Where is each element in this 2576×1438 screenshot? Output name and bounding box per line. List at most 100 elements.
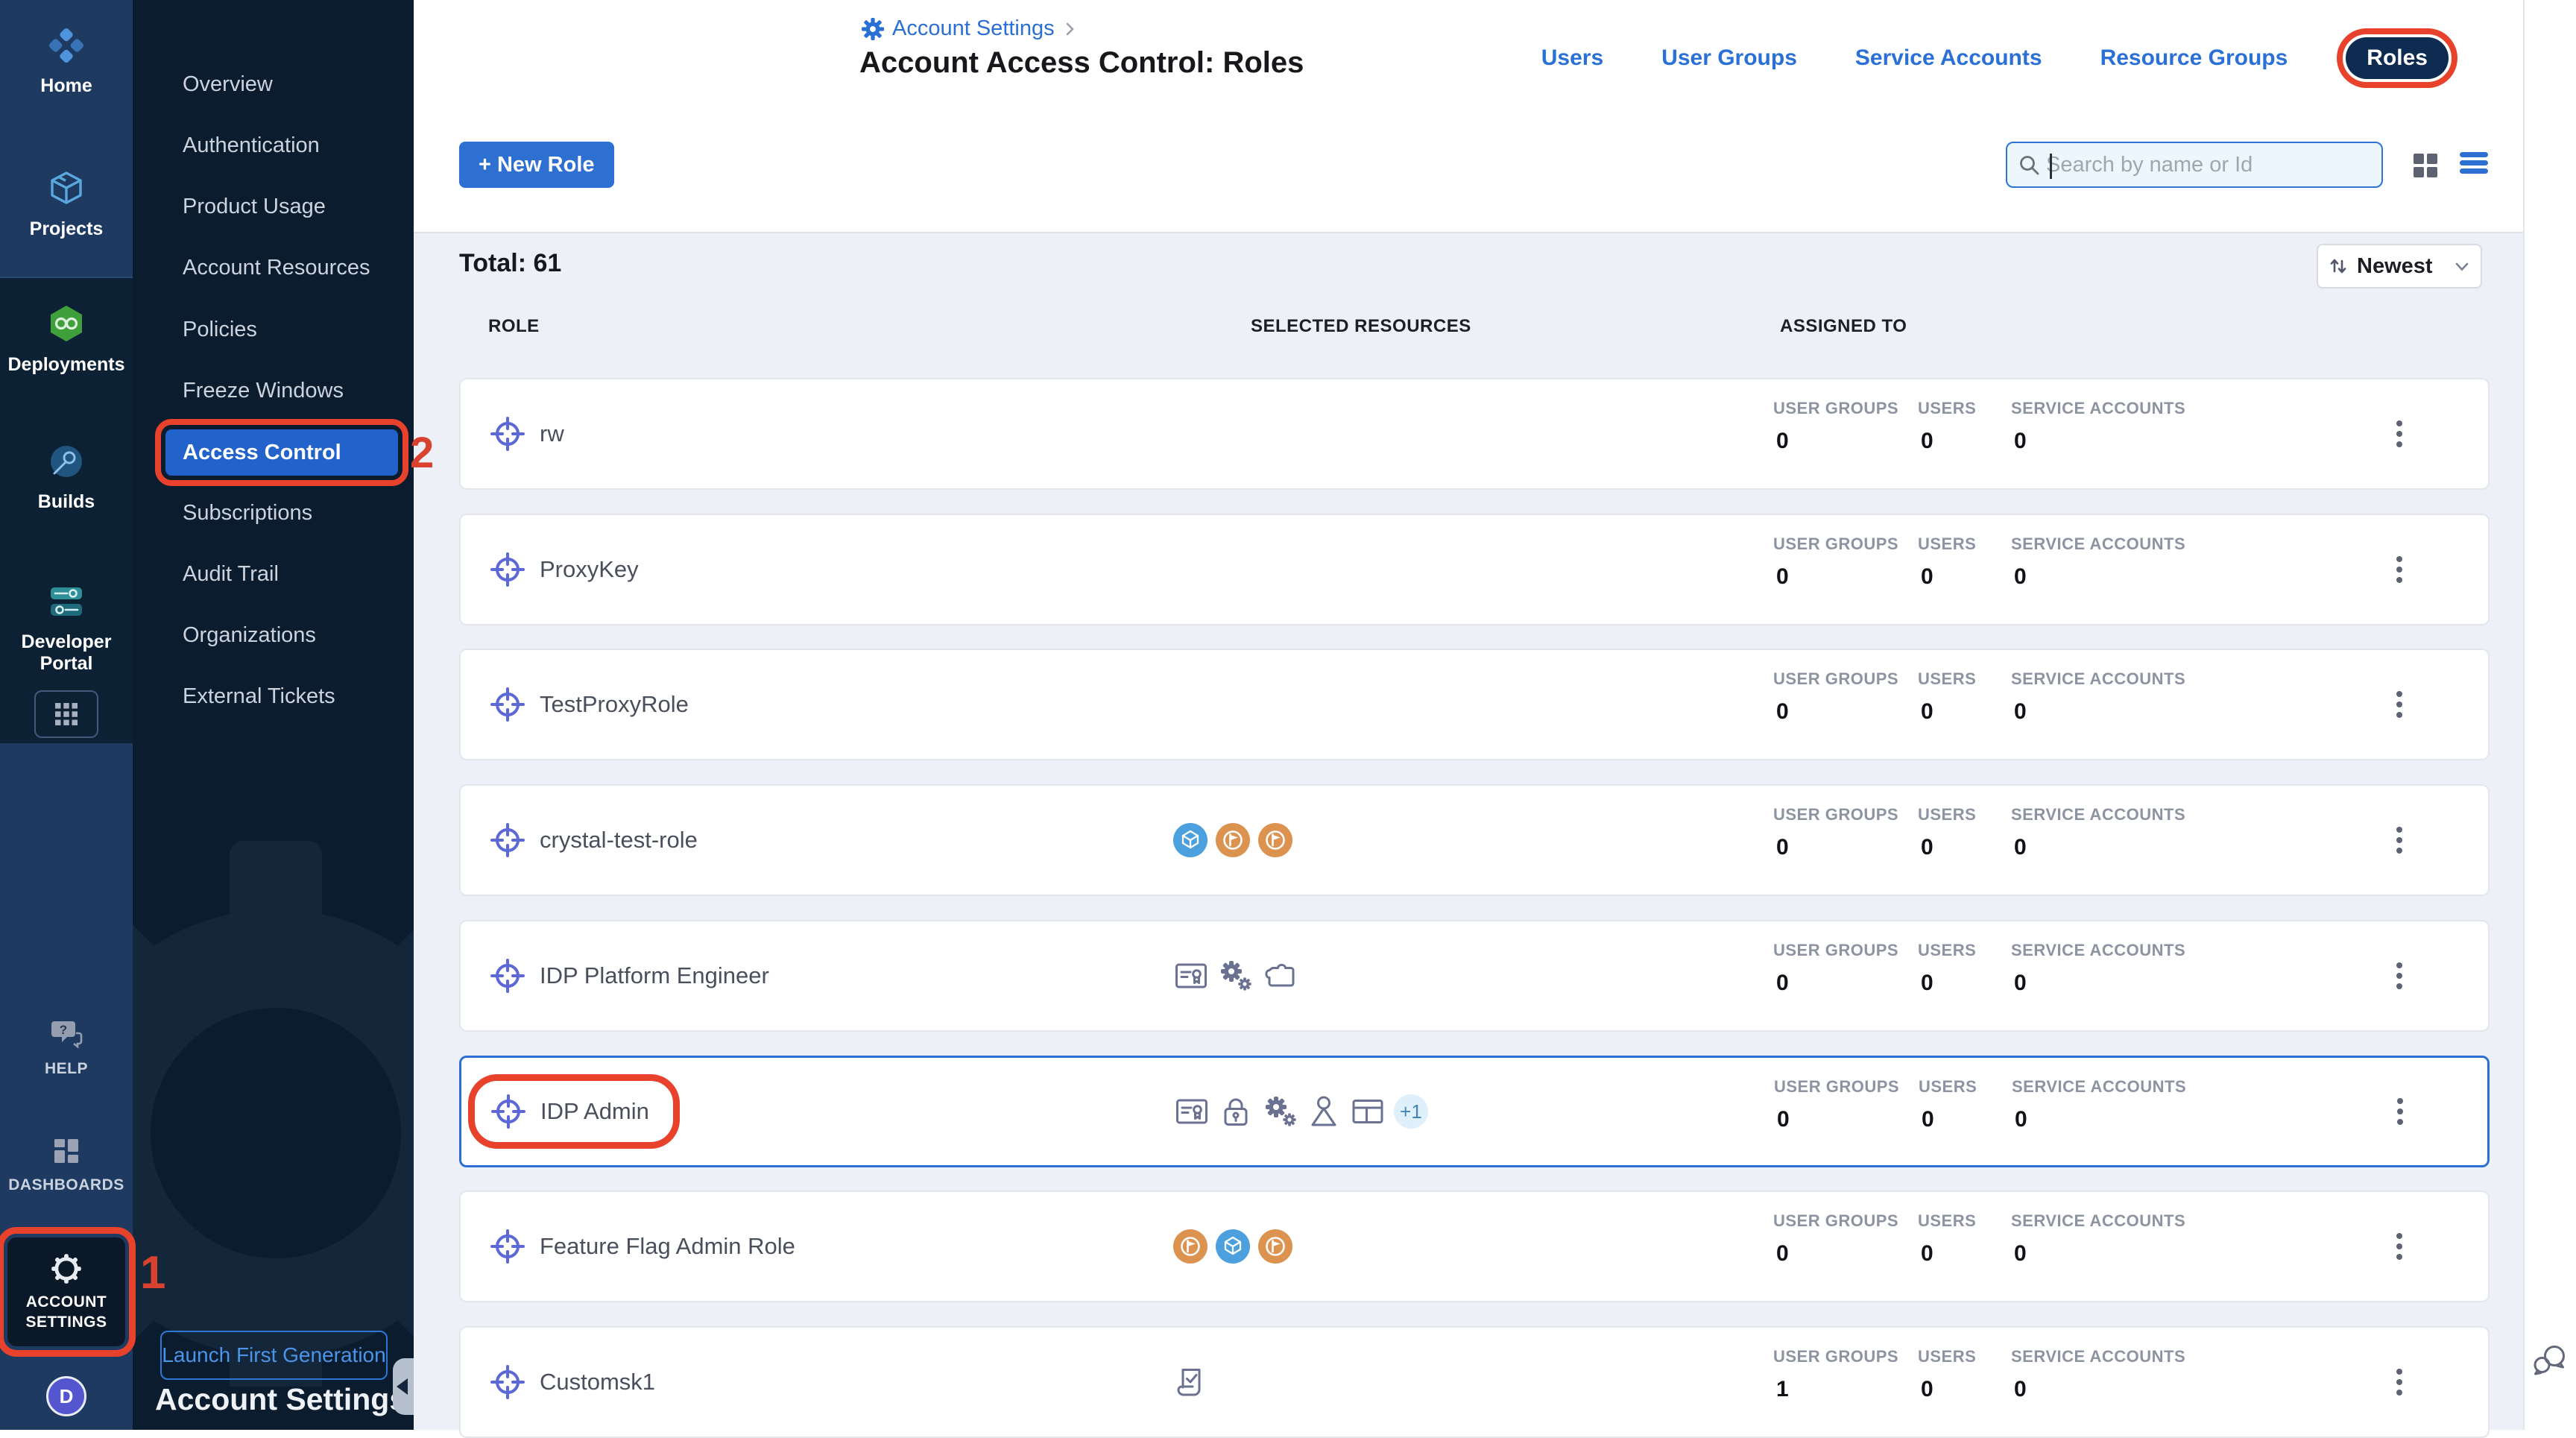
assigned-column-label: SERVICE ACCOUNTS: [2011, 399, 2185, 418]
table-row-feature-flag-admin-role[interactable]: Feature Flag Admin RoleUSER GROUPS0USERS…: [459, 1191, 2490, 1302]
role-name[interactable]: crystal-test-role: [540, 827, 698, 854]
assigned-count: 0: [1777, 1107, 1899, 1132]
role-name[interactable]: TestProxyRole: [540, 691, 689, 718]
sidebar-item-account-resources[interactable]: Account Resources: [133, 237, 414, 298]
role-name[interactable]: IDP Platform Engineer: [540, 962, 769, 989]
assigned-count: 0: [1776, 699, 1898, 725]
new-role-button[interactable]: + New Role: [459, 142, 614, 188]
table-row-proxykey[interactable]: ProxyKeyUSER GROUPS0USERS0SERVICE ACCOUN…: [459, 514, 2490, 625]
rail-builds-label: Builds: [38, 491, 95, 513]
table-row-idp-admin[interactable]: IDP Admin+1USER GROUPS0USERS0SERVICE ACC…: [459, 1056, 2490, 1167]
sidebar-item-overview[interactable]: Overview: [133, 54, 414, 115]
search-input[interactable]: [2046, 153, 2371, 177]
sidebar-item-help[interactable]: ? HELP: [0, 1018, 133, 1079]
assigned-count: 0: [1776, 835, 1898, 860]
text-caret: [2050, 154, 2052, 179]
user-avatar[interactable]: D: [0, 1376, 133, 1416]
sort-arrows-icon: [2329, 256, 2348, 276]
role-target-icon: [487, 1090, 530, 1133]
role-name-group: TestProxyRole: [477, 677, 710, 732]
assigned-column-label: SERVICE ACCOUNTS: [2011, 1347, 2185, 1366]
tab-roles-active[interactable]: Roles: [2346, 37, 2449, 79]
row-menu-button[interactable]: [2388, 553, 2411, 586]
sidebar-item-developer-portal[interactable]: Developer Portal: [0, 578, 133, 675]
table-row-idp-platform-engineer[interactable]: IDP Platform EngineerUSER GROUPS0USERS0S…: [459, 920, 2490, 1032]
role-name[interactable]: Feature Flag Admin Role: [540, 1233, 795, 1260]
table-row-testproxyrole[interactable]: TestProxyRoleUSER GROUPS0USERS0SERVICE A…: [459, 649, 2490, 760]
role-name[interactable]: ProxyKey: [540, 556, 639, 583]
certificate-icon: [1174, 1094, 1210, 1129]
assigned-service-accounts: SERVICE ACCOUNTS0: [2011, 941, 2185, 996]
sidebar-item-access-control[interactable]: Access Control: [165, 429, 398, 476]
table-row-customsk1[interactable]: Customsk1USER GROUPS1USERS0SERVICE ACCOU…: [459, 1326, 2490, 1438]
support-chat-icon[interactable]: [2531, 1342, 2569, 1379]
assigned-users: USERS0: [1918, 669, 1976, 725]
row-menu-button[interactable]: [2388, 1230, 2411, 1263]
harness-logo-icon: [43, 22, 89, 69]
sidebar-item-audit-trail[interactable]: Audit Trail: [133, 543, 414, 605]
assigned-count: 0: [1921, 971, 1976, 996]
row-menu-button[interactable]: [2388, 688, 2411, 721]
sidebar-item-account-settings[interactable]: ACCOUNT SETTINGS: [7, 1237, 125, 1346]
assigned-service-accounts: SERVICE ACCOUNTS0: [2011, 399, 2185, 454]
selected-resources: +1: [1174, 1094, 1428, 1129]
list-view-toggle[interactable]: [2460, 151, 2488, 176]
sidebar-item-freeze-windows[interactable]: Freeze Windows: [133, 360, 414, 421]
sidebar-item-policies[interactable]: Policies: [133, 299, 414, 360]
role-name[interactable]: Customsk1: [540, 1369, 655, 1396]
grid-view-toggle[interactable]: [2412, 152, 2439, 179]
selected-resources: [1173, 958, 1297, 994]
sidebar-item-product-usage[interactable]: Product Usage: [133, 176, 414, 237]
row-menu-button[interactable]: [2388, 959, 2411, 992]
assigned-user-groups: USER GROUPS0: [1773, 941, 1898, 996]
assigned-service-accounts: SERVICE ACCOUNTS0: [2011, 805, 2185, 860]
role-name[interactable]: rw: [540, 420, 564, 447]
scroll-check-icon: [1173, 1364, 1209, 1400]
row-menu-button[interactable]: [2388, 417, 2411, 450]
more-resources-badge[interactable]: +1: [1394, 1094, 1428, 1129]
sidebar-item-external-tickets[interactable]: External Tickets: [133, 666, 414, 727]
assigned-count: 1: [1776, 1377, 1898, 1402]
sidebar-item-builds[interactable]: Builds: [0, 438, 133, 513]
assigned-count: 0: [2014, 1377, 2185, 1402]
tab-resource-groups[interactable]: Resource Groups: [2100, 45, 2288, 71]
assigned-column-label: USER GROUPS: [1773, 941, 1898, 960]
column-header-assigned: ASSIGNED TO: [1780, 316, 1907, 337]
avatar-initial: D: [46, 1376, 86, 1416]
layout-icon: [1350, 1094, 1386, 1129]
assigned-column-label: USER GROUPS: [1773, 399, 1898, 418]
sort-dropdown[interactable]: Newest: [2317, 244, 2482, 288]
tab-users[interactable]: Users: [1541, 45, 1603, 71]
role-name-group: Feature Flag Admin Role: [477, 1219, 816, 1274]
assigned-column-label: SERVICE ACCOUNTS: [2011, 534, 2185, 554]
collapse-arrow-icon: [397, 1378, 408, 1395]
column-header-role: ROLE: [488, 316, 540, 337]
assigned-count: 0: [1776, 564, 1898, 590]
assigned-count: 0: [1921, 1241, 1976, 1267]
sidebar-item-home[interactable]: Home: [0, 22, 133, 97]
role-name[interactable]: IDP Admin: [540, 1098, 649, 1125]
row-menu-button[interactable]: [2389, 1095, 2411, 1128]
assigned-user-groups: USER GROUPS0: [1773, 534, 1898, 590]
sidebar-item-projects[interactable]: Projects: [0, 165, 133, 240]
sidebar-item-authentication[interactable]: Authentication: [133, 115, 414, 176]
table-row-rw[interactable]: rwUSER GROUPS0USERS0SERVICE ACCOUNTS0: [459, 378, 2490, 490]
featureflag-circle-icon: [1258, 1229, 1292, 1264]
module-switcher-button[interactable]: [0, 690, 133, 738]
assigned-column-label: USER GROUPS: [1773, 805, 1898, 824]
sidebar-item-dashboards[interactable]: DASHBOARDS: [0, 1135, 133, 1196]
breadcrumb-link[interactable]: Account Settings: [892, 16, 1055, 41]
launch-first-generation-button[interactable]: Launch First Generation: [160, 1331, 388, 1380]
assigned-users: USERS0: [1918, 399, 1976, 454]
row-menu-button[interactable]: [2388, 824, 2411, 857]
tab-user-groups[interactable]: User Groups: [1661, 45, 1797, 71]
sidebar-item-organizations[interactable]: Organizations: [133, 605, 414, 666]
sidebar-item-subscriptions[interactable]: Subscriptions: [133, 482, 414, 543]
assigned-column-label: SERVICE ACCOUNTS: [2011, 805, 2185, 824]
table-row-crystal-test-role[interactable]: crystal-test-roleUSER GROUPS0USERS0SERVI…: [459, 784, 2490, 896]
sidebar-item-deployments[interactable]: Deployments: [0, 301, 133, 376]
sidebar-collapse-handle[interactable]: [393, 1358, 414, 1415]
row-menu-button[interactable]: [2388, 1366, 2411, 1398]
tab-service-accounts[interactable]: Service Accounts: [1855, 45, 2042, 71]
sort-value: Newest: [2357, 254, 2445, 279]
